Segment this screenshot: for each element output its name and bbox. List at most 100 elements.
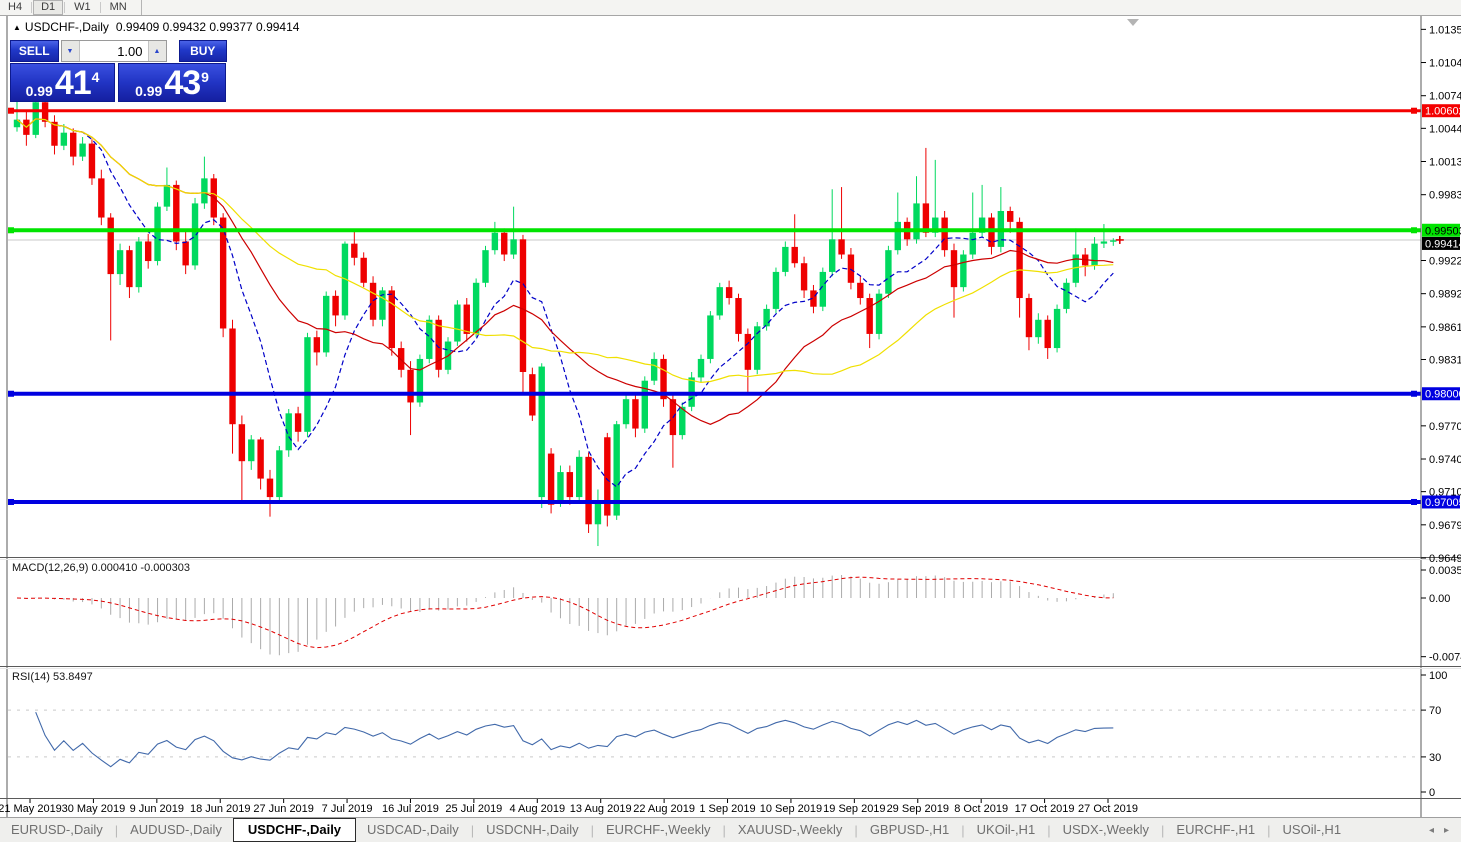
- symbol-tab-eurusd-daily[interactable]: EURUSD-,Daily: [0, 818, 114, 842]
- symbol-tab-ukoil-h1[interactable]: UKOil-,H1: [966, 818, 1047, 842]
- price-tick-label: 1.00740: [1429, 91, 1461, 103]
- chart-canvas[interactable]: 1.013501.010451.007401.004401.001350.998…: [0, 0, 1461, 842]
- candle-body: [895, 222, 901, 250]
- date-tick-label: 27 Jun 2019: [253, 803, 314, 815]
- candle-body: [848, 255, 854, 283]
- candle-body: [866, 298, 872, 334]
- timeframe-button-h4[interactable]: H4: [0, 0, 30, 15]
- date-tick-label: 7 Jul 2019: [322, 803, 373, 815]
- tab-scroll-right-icon[interactable]: ▸: [1444, 825, 1449, 836]
- symbol-tab-usdchf-daily[interactable]: USDCHF-,Daily: [233, 818, 356, 842]
- volume-increase-icon[interactable]: ▲: [148, 41, 166, 61]
- rsi-scale-label: 70: [1429, 705, 1441, 717]
- price-badge-0.97005: 0.97005: [1422, 495, 1461, 509]
- candle-body: [1026, 298, 1032, 337]
- symbol-tab-eurchf-h1[interactable]: EURCHF-,H1: [1165, 818, 1266, 842]
- sell-price-tile[interactable]: 0.99 41 4: [10, 63, 115, 102]
- price-tick-label: 0.98315: [1429, 354, 1461, 366]
- symbol-tab-xauusd-weekly[interactable]: XAUUSD-,Weekly: [727, 818, 854, 842]
- candle-body: [201, 178, 207, 203]
- candle-body: [623, 399, 629, 424]
- date-tick-label: 17 Oct 2019: [1015, 803, 1075, 815]
- date-tick-label: 9 Jun 2019: [130, 803, 184, 815]
- symbol-tab-eurchf-weekly[interactable]: EURCHF-,Weekly: [595, 818, 722, 842]
- price-tick-label: 0.96490: [1429, 553, 1461, 565]
- candle-body: [89, 144, 95, 179]
- candle-body: [792, 247, 798, 263]
- price-tick-label: 0.97400: [1429, 454, 1461, 466]
- sell-button[interactable]: SELL: [10, 40, 59, 62]
- date-tick-label: 22 Aug 2019: [633, 803, 695, 815]
- candle-body: [698, 359, 704, 377]
- symbol-tab-usoil-h1[interactable]: USOil-,H1: [1272, 818, 1353, 842]
- candle-body: [126, 250, 132, 287]
- symbol-tab-usdcad-daily[interactable]: USDCAD-,Daily: [356, 818, 470, 842]
- buy-button[interactable]: BUY: [179, 40, 228, 62]
- candle-body: [1054, 309, 1060, 348]
- candle-body: [407, 370, 413, 403]
- toolbar-group-separator: [141, 0, 142, 15]
- candle-body: [417, 359, 423, 403]
- candle-body: [1101, 241, 1107, 243]
- line-handle-left[interactable]: [8, 227, 14, 233]
- volume-decrease-icon[interactable]: ▼: [62, 41, 80, 61]
- candle-body: [464, 305, 470, 334]
- symbol-tab-usdcnh-daily[interactable]: USDCNH-,Daily: [475, 818, 589, 842]
- date-tick-label: 4 Aug 2019: [509, 803, 565, 815]
- candle-body: [323, 296, 329, 353]
- date-tick-label: 21 May 2019: [0, 803, 62, 815]
- date-tick-label: 19 Sep 2019: [823, 803, 885, 815]
- tab-scroll-left-icon[interactable]: ◂: [1429, 825, 1434, 836]
- line-handle-left[interactable]: [8, 391, 14, 397]
- chart-symbol-label: USDCHF-,Daily: [25, 20, 109, 34]
- candle-body: [79, 144, 85, 157]
- sell-price-big: 41: [55, 70, 91, 98]
- sell-price-sup: 4: [92, 70, 100, 84]
- price-badge-label: 0.98000: [1425, 389, 1461, 401]
- buy-price-tile[interactable]: 0.99 43 9: [118, 63, 226, 102]
- candle-body: [276, 450, 282, 497]
- chart-ohlc-values: 0.99409 0.99432 0.99377 0.99414: [116, 20, 300, 34]
- candle-body: [970, 233, 976, 255]
- rsi-scale-label: 100: [1429, 670, 1447, 682]
- price-badge-label: 0.99503: [1425, 225, 1461, 237]
- line-handle-left[interactable]: [8, 108, 14, 114]
- symbol-tab-usdx-weekly[interactable]: USDX-,Weekly: [1052, 818, 1160, 842]
- candle-body: [1007, 211, 1013, 222]
- date-tick-label: 16 Jul 2019: [382, 803, 439, 815]
- candle-body: [351, 244, 357, 258]
- candle-body: [98, 178, 104, 217]
- buy-price-sup: 9: [201, 70, 209, 84]
- candle-body: [164, 185, 170, 207]
- timeframe-button-w1[interactable]: W1: [66, 0, 99, 15]
- price-tick-label: 0.97705: [1429, 421, 1461, 433]
- buy-price-prefix: 0.99: [135, 84, 162, 98]
- timeframe-button-d1[interactable]: D1: [33, 0, 63, 15]
- timeframe-button-mn[interactable]: MN: [102, 0, 135, 15]
- price-tick-label: 0.98615: [1429, 322, 1461, 334]
- candle-body: [941, 218, 947, 251]
- candle-body: [801, 263, 807, 290]
- candle-body: [1045, 320, 1051, 348]
- symbol-tab-gbpusd-h1[interactable]: GBPUSD-,H1: [859, 818, 960, 842]
- candle-body: [539, 367, 545, 498]
- line-handle-right[interactable]: [1411, 227, 1417, 233]
- candle-body: [773, 272, 779, 309]
- date-tick-label: 18 Jun 2019: [190, 803, 251, 815]
- line-handle-right[interactable]: [1411, 108, 1417, 114]
- candle-body: [520, 239, 526, 372]
- candle-body: [1035, 320, 1041, 337]
- line-handle-left[interactable]: [8, 499, 14, 505]
- line-handle-right[interactable]: [1411, 391, 1417, 397]
- price-badge-0.99414: 0.99414: [1422, 237, 1461, 251]
- candle-body: [1091, 244, 1097, 266]
- symbol-tab-audusd-daily[interactable]: AUDUSD-,Daily: [119, 818, 233, 842]
- volume-input[interactable]: [80, 41, 148, 61]
- volume-stepper: ▼ ▲: [61, 40, 167, 62]
- candle-body: [182, 241, 188, 265]
- candle-body: [145, 241, 151, 261]
- candle-body: [136, 241, 142, 287]
- price-tick-label: 1.00440: [1429, 123, 1461, 135]
- line-handle-right[interactable]: [1411, 499, 1417, 505]
- rsi-indicator-label: RSI(14) 53.8497: [12, 671, 93, 683]
